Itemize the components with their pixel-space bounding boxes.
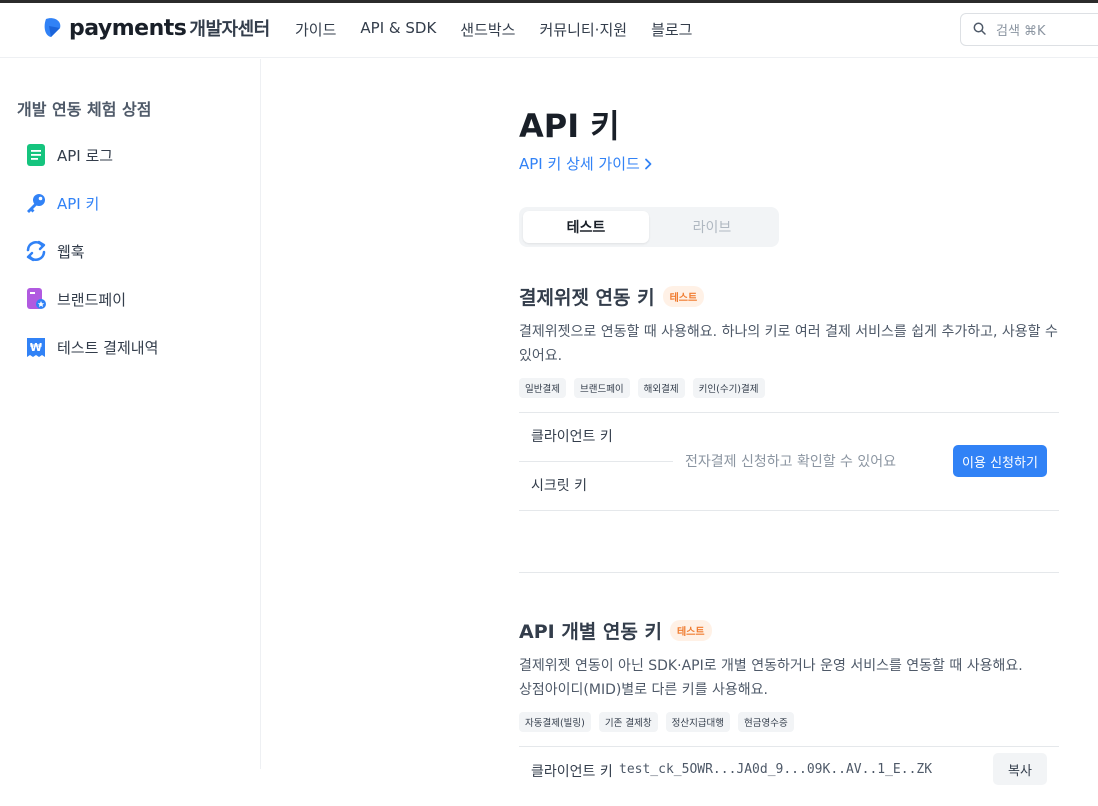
nav-community[interactable]: 커뮤니티·지원 [539,19,627,40]
sidebar-item-api-log[interactable]: API 로그 [25,142,113,168]
payments-logo-icon [40,15,66,41]
refresh-icon [25,240,47,262]
svg-text:₩: ₩ [30,341,42,354]
guide-link-label: API 키 상세 가이드 [519,155,640,173]
sidebar-item-label: API 키 [57,194,100,213]
brandpay-icon [25,288,47,310]
widget-keys-box: 클라이언트 키 시크릿 키 전자결제 신청하고 확인할 수 있어요 이용 신청하… [519,412,1059,511]
divider [519,461,673,462]
search-placeholder: 검색 ⌘K [996,24,1046,39]
search-input[interactable]: 검색 ⌘K [960,13,1098,46]
tab-test[interactable]: 테스트 [523,211,649,243]
api-key-section-title: API 개별 연동 키 테스트 [519,617,712,644]
section-title-text: 결제위젯 연동 키 [519,287,655,309]
sidebar-item-label: API 로그 [57,146,114,165]
sidebar-item-label: 웹훅 [57,242,85,261]
copy-button[interactable]: 복사 [993,753,1047,785]
tab-live[interactable]: 라이브 [649,211,775,243]
api-chips: 자동결제(빌링) 기존 결제창 정산지급대행 현금영수증 [519,712,802,732]
chip: 자동결제(빌링) [519,712,591,732]
test-badge: 테스트 [669,620,712,641]
chip: 키인(수기)결제 [692,378,765,398]
main-nav: 가이드 API & SDK 샌드박스 커뮤니티·지원 블로그 [295,19,716,40]
secret-key-label: 시크릿 키 [531,478,587,494]
api-key-description-line1: 결제위젯 연동이 아닌 SDK·API로 개별 연동하거나 운영 서비스를 연동… [519,658,1023,674]
top-header: payments 개발자센터 가이드 API & SDK 샌드박스 커뮤니티·지… [0,3,1098,58]
logo-subtitle: 개발자센터 [189,19,270,40]
api-key-description-line2: 상점아이디(MID)별로 다른 키를 사용해요. [519,682,768,698]
document-icon [25,144,47,166]
nav-blog[interactable]: 블로그 [651,19,692,40]
nav-guide[interactable]: 가이드 [295,19,336,40]
nav-sandbox[interactable]: 샌드박스 [460,19,515,40]
logo-wordmark: payments [69,15,187,41]
environment-tabs: 테스트 라이브 [519,207,779,247]
sidebar-item-label: 테스트 결제내역 [57,338,159,357]
sidebar-item-label: 브랜드페이 [57,290,127,309]
test-badge: 테스트 [662,286,705,307]
sidebar-item-brandpay[interactable]: 브랜드페이 [25,286,126,312]
widget-key-description: 결제위젯으로 연동할 때 사용해요. 하나의 키로 여러 결제 서비스를 쉽게 … [519,324,1058,364]
chip: 정산지급대행 [665,712,731,732]
page-title: API 키 [519,107,620,145]
search-icon [973,20,986,39]
section-title-text: API 개별 연동 키 [519,621,662,643]
widget-chips: 일반결제 브랜드페이 해외결제 키인(수기)결제 [519,378,773,398]
key-status-message: 전자결제 신청하고 확인할 수 있어요 [685,454,896,470]
widget-key-section-title: 결제위젯 연동 키 테스트 [519,283,705,310]
logo[interactable]: payments 개발자센터 [40,15,270,41]
chip: 현금영수증 [738,712,794,732]
api-keys-box: 클라이언트 키 test_ck_5OWR...JA0d_9...09K..AV.… [519,746,1059,806]
key-icon [25,192,47,214]
sidebar-item-webhook[interactable]: 웹훅 [25,238,85,264]
chip: 일반결제 [519,378,566,398]
sidebar: 개발 연동 체험 상점 API 로그 API 키 웹훅 브랜드페이 ₩ 테스트 … [0,59,261,769]
section-divider [519,572,1059,573]
sidebar-title: 개발 연동 체험 상점 [17,100,152,119]
apply-button[interactable]: 이용 신청하기 [953,445,1047,477]
receipt-won-icon: ₩ [25,336,47,358]
nav-api-sdk[interactable]: API & SDK [360,19,436,40]
chip: 해외결제 [637,378,685,398]
guide-link[interactable]: API 키 상세 가이드 [519,153,652,174]
client-key-label: 클라이언트 키 [531,764,613,780]
client-key-label: 클라이언트 키 [531,429,613,445]
chevron-right-icon [644,158,652,170]
sidebar-item-api-key[interactable]: API 키 [25,190,99,216]
chip: 브랜드페이 [573,378,630,398]
chip: 기존 결제창 [598,712,658,732]
client-key-value[interactable]: test_ck_5OWR...JA0d_9...09K..AV..1_E..ZK [619,762,932,777]
sidebar-item-test-payments[interactable]: ₩ 테스트 결제내역 [25,334,158,360]
